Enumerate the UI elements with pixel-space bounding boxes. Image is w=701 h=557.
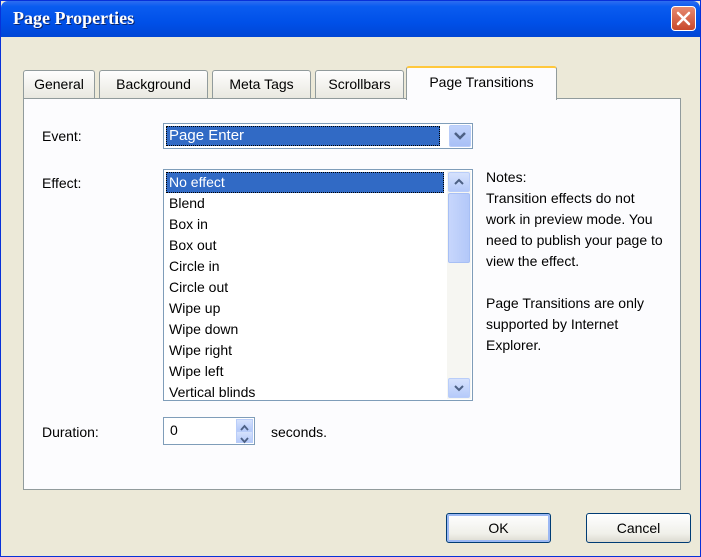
notes-paragraph-1: Transition effects do not work in previe… (486, 190, 663, 269)
spin-down-button[interactable] (236, 431, 253, 444)
effect-scrollbar[interactable] (447, 171, 471, 399)
tab-scrollbars[interactable]: Scrollbars (315, 70, 404, 98)
duration-unit: seconds. (271, 424, 328, 440)
event-dropdown[interactable]: Page Enter (163, 123, 473, 149)
list-item[interactable]: No effect (166, 172, 444, 193)
dropdown-button[interactable] (449, 125, 471, 147)
duration-spinner[interactable]: 0 (163, 417, 255, 445)
scroll-down-button[interactable] (448, 378, 470, 398)
scroll-up-button[interactable] (448, 172, 470, 192)
tab-background[interactable]: Background (99, 70, 208, 98)
list-item[interactable]: Box out (166, 235, 444, 256)
tab-page-transitions[interactable]: Page Transitions (406, 66, 557, 100)
list-item[interactable]: Wipe up (166, 298, 444, 319)
chevron-down-icon (454, 385, 464, 392)
ok-button[interactable]: OK (446, 513, 551, 543)
notes-title: Notes: (486, 169, 527, 185)
list-item[interactable]: Blend (166, 193, 444, 214)
title-bar[interactable]: Page Properties (1, 1, 700, 37)
close-icon (676, 11, 691, 26)
duration-value: 0 (170, 422, 178, 438)
chevron-down-icon (240, 437, 249, 444)
close-button[interactable] (671, 6, 696, 31)
spin-up-button[interactable] (236, 419, 253, 431)
effect-listbox[interactable]: No effect Blend Box in Box out Circle in… (163, 169, 473, 401)
duration-label: Duration: (42, 424, 99, 440)
list-item[interactable]: Wipe left (166, 361, 444, 382)
list-item[interactable]: Wipe right (166, 340, 444, 361)
scroll-thumb[interactable] (448, 193, 470, 263)
event-value: Page Enter (166, 126, 440, 146)
chevron-up-icon (454, 178, 464, 185)
list-item[interactable]: Vertical blinds (166, 382, 444, 400)
notes-paragraph-2: Page Transitions are only supported by I… (486, 295, 644, 353)
tab-panel: Event: Page Enter Effect: No effect Blen… (23, 98, 681, 490)
list-item[interactable]: Circle out (166, 277, 444, 298)
list-item[interactable]: Box in (166, 214, 444, 235)
tab-meta-tags[interactable]: Meta Tags (212, 70, 311, 98)
cancel-button[interactable]: Cancel (586, 513, 691, 543)
chevron-down-icon (454, 132, 466, 140)
event-label: Event: (42, 128, 82, 144)
dialog-title: Page Properties (13, 8, 135, 28)
page-properties-dialog: Page Properties General Background Meta … (0, 0, 701, 557)
tab-general[interactable]: General (23, 70, 95, 98)
effect-label: Effect: (42, 175, 82, 191)
notes-text: Notes: Transition effects do not work in… (486, 167, 666, 377)
list-item[interactable]: Wipe down (166, 319, 444, 340)
list-item[interactable]: Circle in (166, 256, 444, 277)
